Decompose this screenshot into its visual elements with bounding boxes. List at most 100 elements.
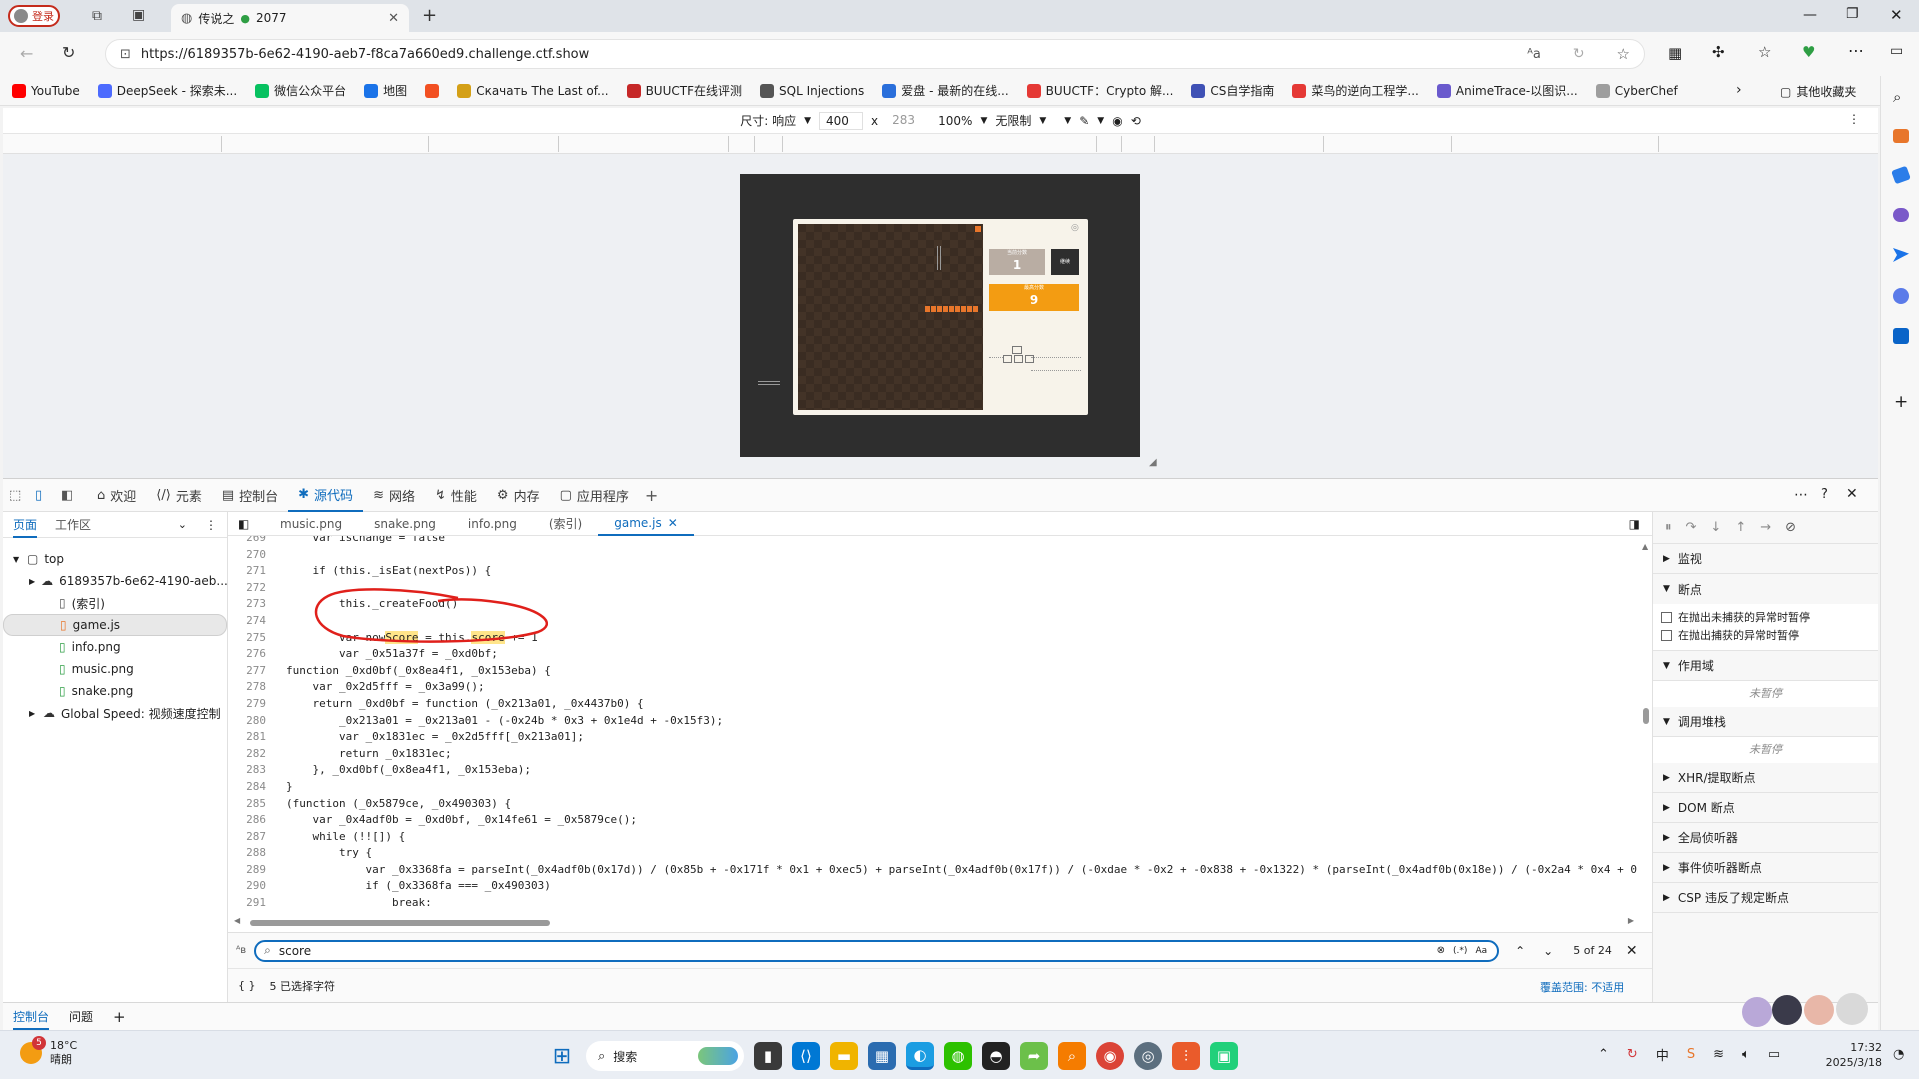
code-area[interactable]: 269 var isChange = false 270 271 if (this.…: [228, 536, 1652, 906]
resize-handle-bottom[interactable]: [758, 381, 780, 385]
section-watch[interactable]: ▶ 监视: [1653, 544, 1878, 574]
tree-item[interactable]: ▯ snake.png: [3, 680, 227, 702]
file-tab[interactable]: (索引): [533, 512, 598, 536]
section-breakpoints[interactable]: ▼ 断点: [1653, 574, 1878, 604]
more-tools-icon[interactable]: +: [645, 486, 658, 505]
bookmark-item[interactable]: 微信公众平台: [255, 82, 346, 99]
horizontal-scrollbar[interactable]: ◀ ▶: [234, 916, 1634, 928]
close-window-icon[interactable]: ✕: [1890, 6, 1903, 24]
dimensions-select[interactable]: 尺寸: 响应: [740, 112, 796, 129]
edge-icon[interactable]: ◐: [906, 1042, 934, 1070]
line-number[interactable]: 286: [228, 812, 266, 829]
code-line[interactable]: 283 }, _0xd0bf(_0x8ea4f1, _0x153eba);: [228, 762, 1628, 779]
continue-button[interactable]: 继续: [1051, 249, 1079, 275]
section-scope[interactable]: ▼ 作用域: [1653, 651, 1878, 681]
nav-tab-page[interactable]: 页面: [13, 512, 38, 538]
bookmark-item[interactable]: BUUCTF在线评测: [626, 82, 742, 99]
shopping-icon[interactable]: [1893, 129, 1909, 143]
device-toolbar-more-icon[interactable]: ⋮: [1848, 112, 1860, 126]
clock[interactable]: 17:32 2025/3/18: [1820, 1040, 1882, 1070]
debug-section[interactable]: ▶ 全局侦听器: [1653, 823, 1878, 853]
line-number[interactable]: 272: [228, 580, 266, 597]
devtools-tab-welcome[interactable]: ⌂ 欢迎: [87, 478, 146, 512]
weather-widget[interactable]: 5 18°C 晴朗: [20, 1036, 77, 1067]
bookmark-item[interactable]: 地图: [364, 82, 407, 99]
line-number[interactable]: 279: [228, 696, 266, 713]
bookmark-item[interactable]: CyberChef: [1595, 83, 1678, 98]
line-number[interactable]: 284: [228, 779, 266, 796]
devtools-tab-sources[interactable]: ✱ 源代码: [288, 478, 364, 512]
debug-section[interactable]: ▶ DOM 断点: [1653, 793, 1878, 823]
tree-caret-icon[interactable]: ▶: [29, 577, 35, 586]
device-emulation-icon[interactable]: ▯: [35, 488, 61, 503]
url-text[interactable]: https://6189357b-6e62-4190-aeb7-f8ca7a66…: [141, 47, 589, 62]
step-out-icon[interactable]: ↑: [1735, 520, 1746, 535]
wechat-icon[interactable]: ◍: [944, 1042, 972, 1070]
line-number[interactable]: 290: [228, 878, 266, 895]
ime-icon[interactable]: 中: [1656, 1045, 1669, 1064]
url-bar[interactable]: ⊡ https://6189357b-6e62-4190-aeb7-f8ca7a…: [105, 39, 1645, 69]
game-board[interactable]: [798, 224, 983, 410]
throttle-select[interactable]: 无限制: [995, 112, 1031, 129]
info-icon[interactable]: ◎: [1071, 223, 1079, 233]
browser-essentials-icon[interactable]: ♥: [1802, 43, 1815, 61]
pretty-print-button[interactable]: { }: [238, 979, 256, 992]
send-icon[interactable]: [1893, 248, 1909, 262]
taskbar-search[interactable]: ⌕ 搜索: [586, 1041, 744, 1071]
line-number[interactable]: 274: [228, 613, 266, 630]
vscode-icon[interactable]: ⟨⟩: [792, 1042, 820, 1070]
nav-tab-workspace[interactable]: 工作区: [55, 516, 91, 533]
line-number[interactable]: 271: [228, 563, 266, 580]
code-line[interactable]: 289 var _0x3368fa = parseInt(_0x4adf0b(0…: [228, 862, 1637, 879]
help-icon[interactable]: ?: [1821, 487, 1828, 502]
line-number[interactable]: 280: [228, 713, 266, 730]
line-number[interactable]: 287: [228, 829, 266, 846]
emulated-page[interactable]: ◎ 当前分数 1 继续 最高分数 9: [740, 174, 1140, 457]
tray-app-icon[interactable]: ↻: [1627, 1047, 1638, 1062]
nav-more-icon[interactable]: ⋮: [205, 518, 217, 532]
tree-item[interactable]: ▯ music.png: [3, 658, 227, 680]
search-input[interactable]: ⌕ score ⊗ (.*) Aa: [254, 939, 1500, 962]
refresh-icon[interactable]: ↻: [62, 43, 75, 62]
back-icon[interactable]: ←: [20, 44, 33, 63]
line-number[interactable]: 278: [228, 679, 266, 696]
search-tool-icon[interactable]: ⌕: [1058, 1042, 1086, 1070]
line-number[interactable]: 289: [228, 862, 266, 879]
close-devtools-icon[interactable]: ✕: [1846, 486, 1858, 502]
read-aloud-icon[interactable]: ᴬa: [1527, 47, 1541, 62]
file-tab[interactable]: snake.png: [358, 512, 452, 536]
copilot-icon[interactable]: [1893, 288, 1909, 304]
code-line[interactable]: 281 var _0x1831ec = _0x2d5fff[_0x213a01]…: [228, 729, 1628, 746]
code-line[interactable]: 277 function _0xd0bf(_0x8ea4f1, _0x153eba…: [228, 663, 1628, 680]
volume-icon[interactable]: 🔈︎: [1742, 1047, 1750, 1062]
code-line[interactable]: 271 if (this._isEat(nextPos)) {: [228, 563, 1628, 580]
tree-item[interactable]: ▶ ☁ 6189357b-6e62-4190-aeb...: [3, 570, 228, 592]
line-number[interactable]: 270: [228, 547, 266, 564]
profile-login-button[interactable]: 登录: [8, 5, 60, 27]
add-sidebar-app-icon[interactable]: +: [1894, 392, 1908, 412]
extensions-icon[interactable]: ✣: [1712, 43, 1725, 61]
deactivate-breakpoints-icon[interactable]: ⊘: [1785, 520, 1796, 535]
tree-item[interactable]: ▯ info.png: [3, 636, 227, 658]
code-line[interactable]: 287 while (!![]) {: [228, 829, 1628, 846]
width-input[interactable]: 400: [819, 111, 864, 130]
code-line[interactable]: 279 return _0xd0bf = function (_0x213a01…: [228, 696, 1628, 713]
code-line[interactable]: 276 var _0x51a37f = _0xd0bf;: [228, 646, 1628, 663]
code-line[interactable]: 286 var _0x4adf0b = _0xd0bf, _0x14fe61 =…: [228, 812, 1628, 829]
line-number[interactable]: 285: [228, 796, 266, 813]
bookmark-item[interactable]: DeepSeek - 探索未...: [97, 82, 237, 99]
step-icon[interactable]: →: [1760, 520, 1771, 535]
share-app-icon[interactable]: ➦: [1020, 1042, 1048, 1070]
sidebar-toggle-icon[interactable]: ▭: [1890, 43, 1903, 59]
line-number[interactable]: 277: [228, 663, 266, 680]
line-number[interactable]: 275: [228, 630, 266, 647]
next-match-icon[interactable]: ⌄: [1543, 944, 1553, 958]
split-screen-icon[interactable]: ▦: [1668, 44, 1682, 62]
bookmark-item[interactable]: AnimeTrace-以图识...: [1436, 82, 1578, 99]
tree-caret-icon[interactable]: ▼: [13, 555, 21, 564]
code-line[interactable]: 280 _0x213a01 = _0x213a01 - (-0x24b * 0x…: [228, 713, 1628, 730]
line-number[interactable]: 288: [228, 845, 266, 862]
tab-close-icon[interactable]: ✕: [388, 11, 399, 26]
steam-icon[interactable]: ◎: [1134, 1042, 1162, 1070]
previous-match-icon[interactable]: ⌃: [1515, 944, 1525, 958]
